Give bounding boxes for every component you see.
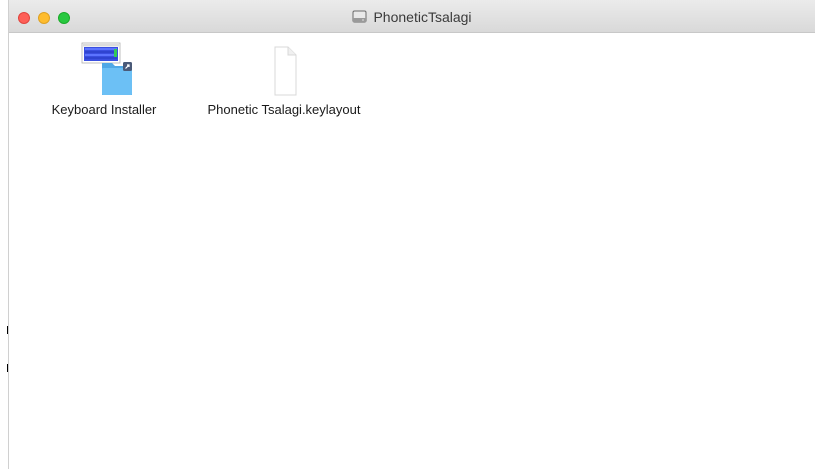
disk-image-icon <box>352 10 367 23</box>
file-item-keyboard-installer[interactable]: Keyboard Installer <box>39 41 169 117</box>
window-title: PhoneticTsalagi <box>373 8 472 25</box>
file-item-phonetic-tsalagi-keylayout[interactable]: Phonetic Tsalagi.keylayout <box>189 41 379 117</box>
title-bar[interactable]: PhoneticTsalagi <box>9 0 815 33</box>
file-name-label: Keyboard Installer <box>51 102 157 117</box>
installer-folder-icon <box>81 42 132 95</box>
finder-content[interactable]: Keyboard Installer Phonetic Tsalagi.keyl… <box>9 33 815 469</box>
finder-window: PhoneticTsalagi Keyboard Installer Phone… <box>8 0 815 469</box>
window-title-group: PhoneticTsalagi <box>9 0 815 33</box>
file-name-label: Phonetic Tsalagi.keylayout <box>207 102 361 117</box>
document-icon <box>274 46 297 96</box>
